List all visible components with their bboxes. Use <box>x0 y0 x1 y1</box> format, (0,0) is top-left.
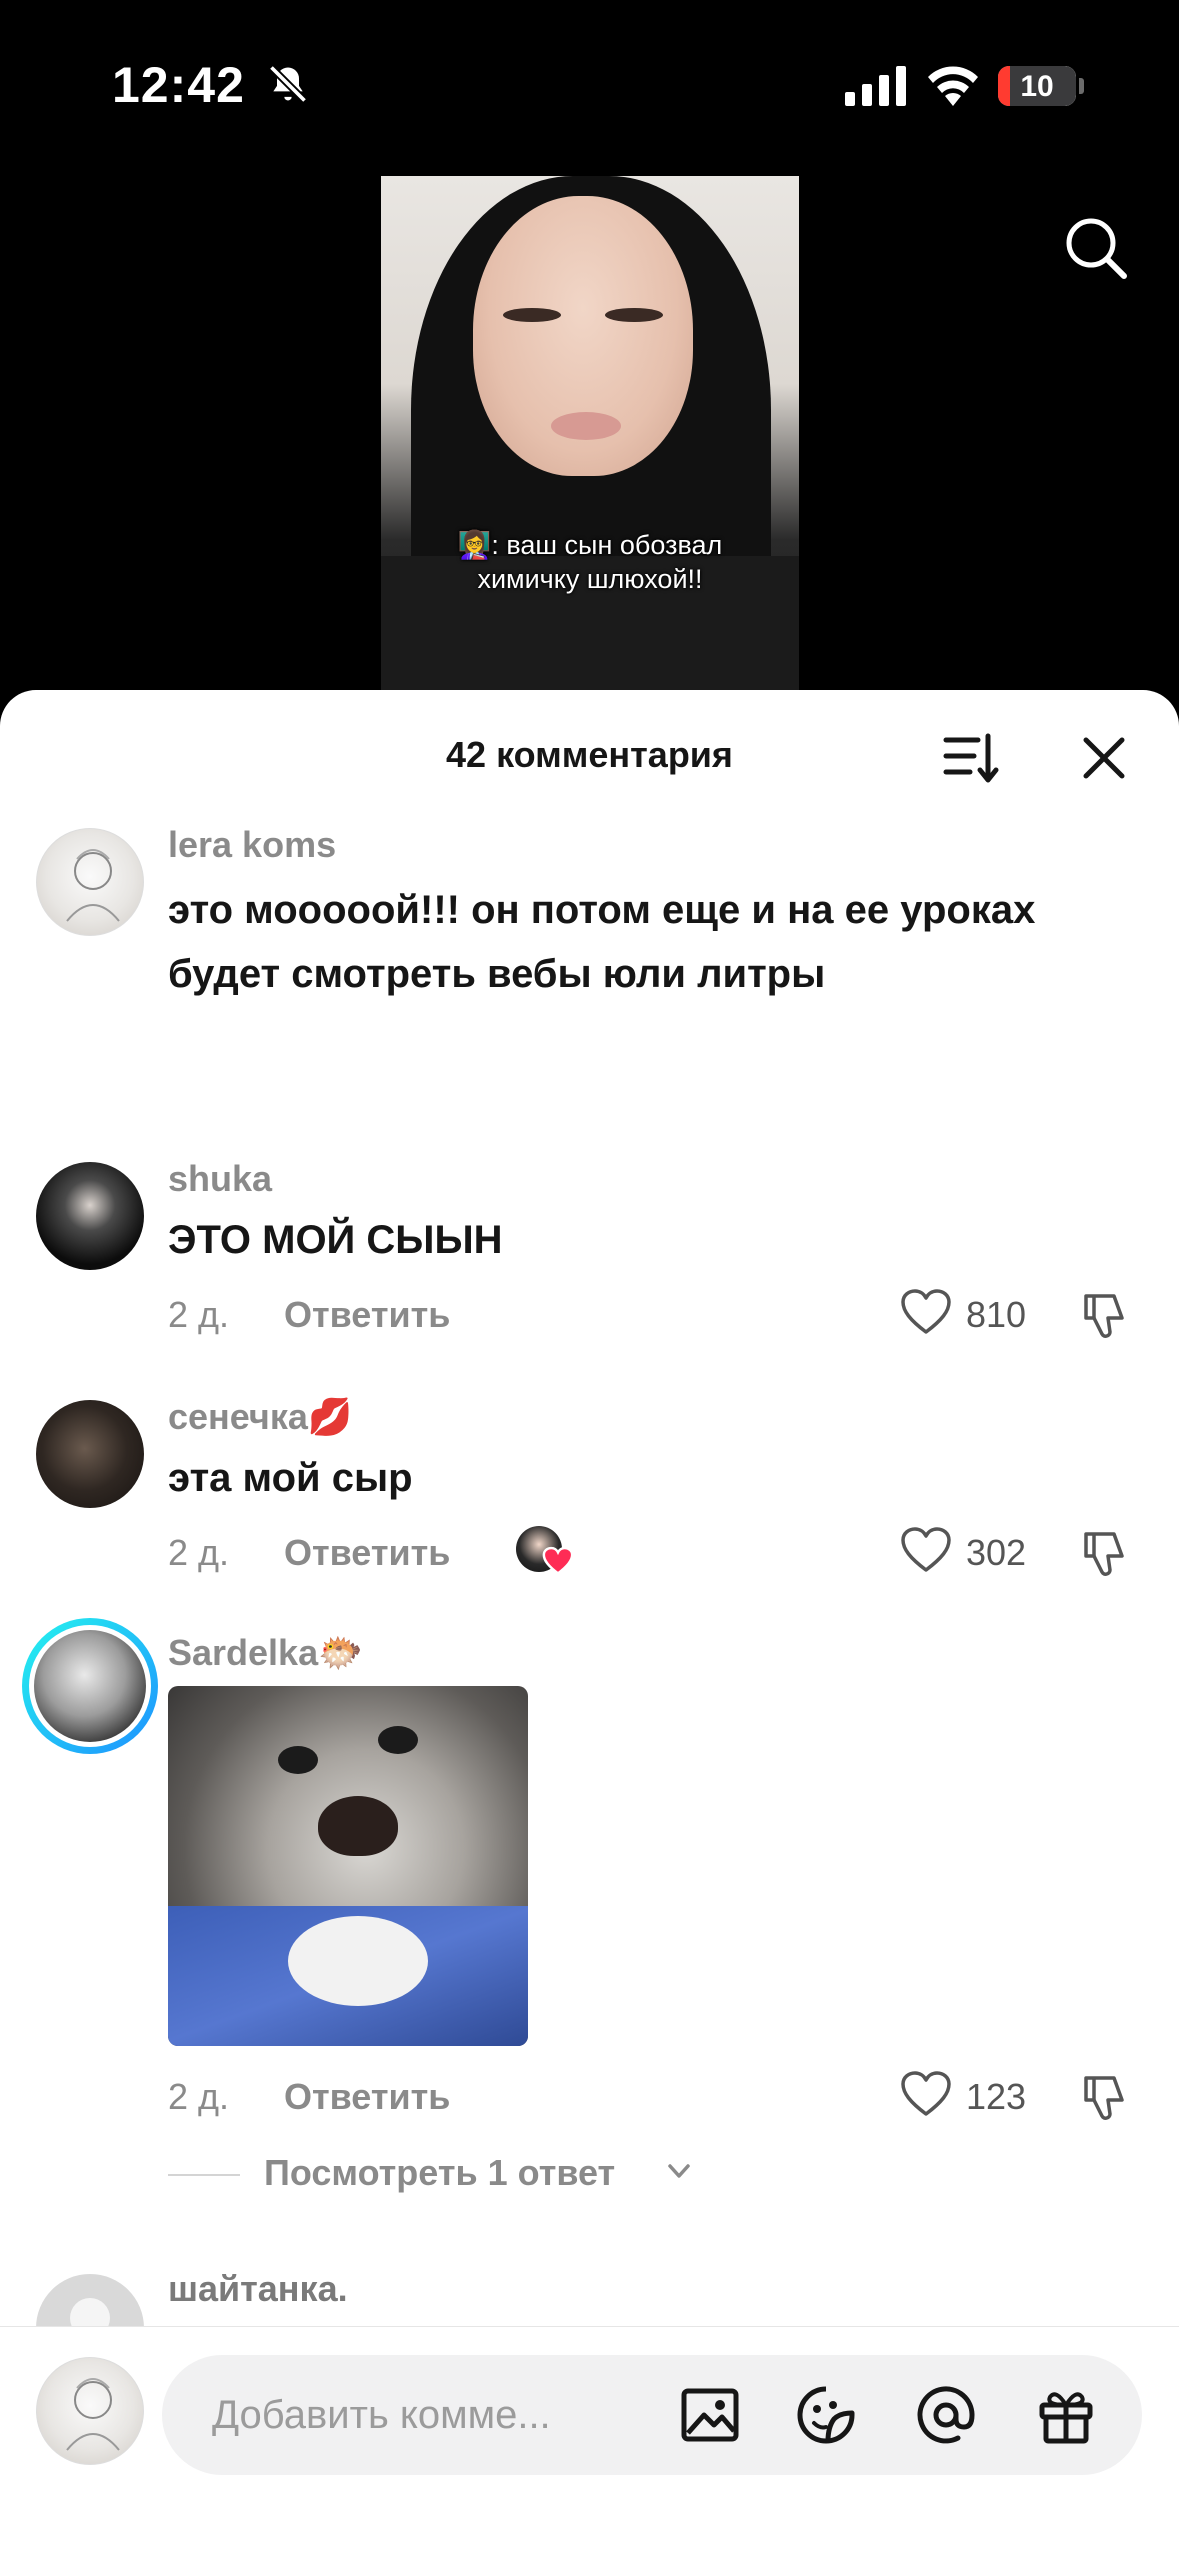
story-ring[interactable] <box>22 1618 158 1754</box>
avatar-sketch <box>66 2378 120 2451</box>
avatar <box>34 1630 146 1742</box>
comment-input-bar <box>0 2326 1179 2556</box>
avatar[interactable] <box>36 828 144 936</box>
status-bar: 12:42 10 <box>0 0 1179 170</box>
current-user-avatar <box>36 2357 144 2465</box>
avatar[interactable] <box>36 1162 144 1270</box>
battery-cap <box>1079 78 1084 94</box>
like-count: 123 <box>966 2076 1027 2117</box>
comments-count-title: 42 комментария <box>446 734 733 775</box>
like-count: 810 <box>966 1294 1027 1335</box>
video-caption: 👩‍🏫: ваш сын обозвал химичку шлюхой!! <box>457 530 723 594</box>
comment-date: 2 д. <box>168 1532 230 1573</box>
battery-percent: 10 <box>1020 70 1054 103</box>
silent-bell-icon <box>268 64 308 104</box>
comment-username[interactable]: сенечка💋 <box>168 1396 353 1438</box>
comment-gif-image[interactable] <box>168 1686 528 2046</box>
cellular-signal-icon <box>845 66 906 106</box>
reply-button[interactable]: Ответить <box>284 1532 450 1574</box>
dislike-icon[interactable] <box>1078 1288 1132 1342</box>
gift-icon[interactable] <box>1034 2383 1098 2447</box>
gif-cat-eye-left <box>278 1746 318 1774</box>
liked-heart-icon <box>542 1546 574 1575</box>
search-icon[interactable] <box>1060 212 1132 284</box>
sort-icon[interactable] <box>938 726 1002 790</box>
heart-icon <box>901 2071 951 2116</box>
replies-divider <box>168 2174 240 2176</box>
heart-icon <box>901 1527 951 1572</box>
comment-field[interactable] <box>162 2355 1142 2475</box>
reply-button[interactable]: Ответить <box>284 2076 450 2118</box>
comment-date: 2 д. <box>168 1294 230 1335</box>
comment-username[interactable]: шайтанка. <box>168 2268 348 2310</box>
dislike-icon[interactable] <box>1078 2070 1132 2124</box>
reply-button[interactable]: Ответить <box>284 1294 450 1336</box>
video-preview[interactable]: 👩‍🏫: ваш сын обозвал химичку шлюхой!! <box>381 176 799 696</box>
wifi-icon <box>928 66 978 106</box>
comment-username[interactable]: shuka <box>168 1158 272 1200</box>
chevron-down-icon <box>668 2164 690 2178</box>
creator-liked-badge <box>516 1522 576 1578</box>
avatar-sketch <box>66 849 120 922</box>
view-replies-label: Посмотреть 1 ответ <box>264 2152 616 2193</box>
comment-input[interactable] <box>212 2383 642 2447</box>
battery-indicator: 10 <box>998 66 1076 106</box>
gif-cat-eye-right <box>378 1726 418 1754</box>
comment-text: эта мой сыр <box>168 1456 413 1500</box>
like-count: 302 <box>966 1532 1027 1573</box>
dislike-icon[interactable] <box>1078 1526 1132 1580</box>
avatar[interactable] <box>36 1400 144 1508</box>
comment-text: это мооооой!!! он потом еще и на ее урок… <box>168 888 1036 996</box>
video-eye-left <box>503 308 561 322</box>
heart-icon <box>901 1289 951 1334</box>
video-eye-right <box>605 308 663 322</box>
mention-icon[interactable] <box>914 2383 978 2447</box>
comment-text: ЭТО МОЙ СЫЫН <box>168 1218 503 1262</box>
comment-username[interactable]: lera koms <box>168 824 336 866</box>
sticker-icon[interactable] <box>794 2383 858 2447</box>
gif-cat-chest <box>288 1916 428 2006</box>
image-icon[interactable] <box>678 2383 742 2447</box>
close-icon[interactable] <box>1072 726 1136 790</box>
comments-sheet: 42 комментария lera koms это мооооой!!! … <box>0 690 1179 2556</box>
comment-username[interactable]: Sardelka🐡 <box>168 1632 363 1674</box>
gif-cat-mouth <box>318 1796 398 1856</box>
comment-date: 2 д. <box>168 2076 230 2117</box>
status-time: 12:42 <box>112 57 245 113</box>
video-mouth <box>551 412 621 440</box>
